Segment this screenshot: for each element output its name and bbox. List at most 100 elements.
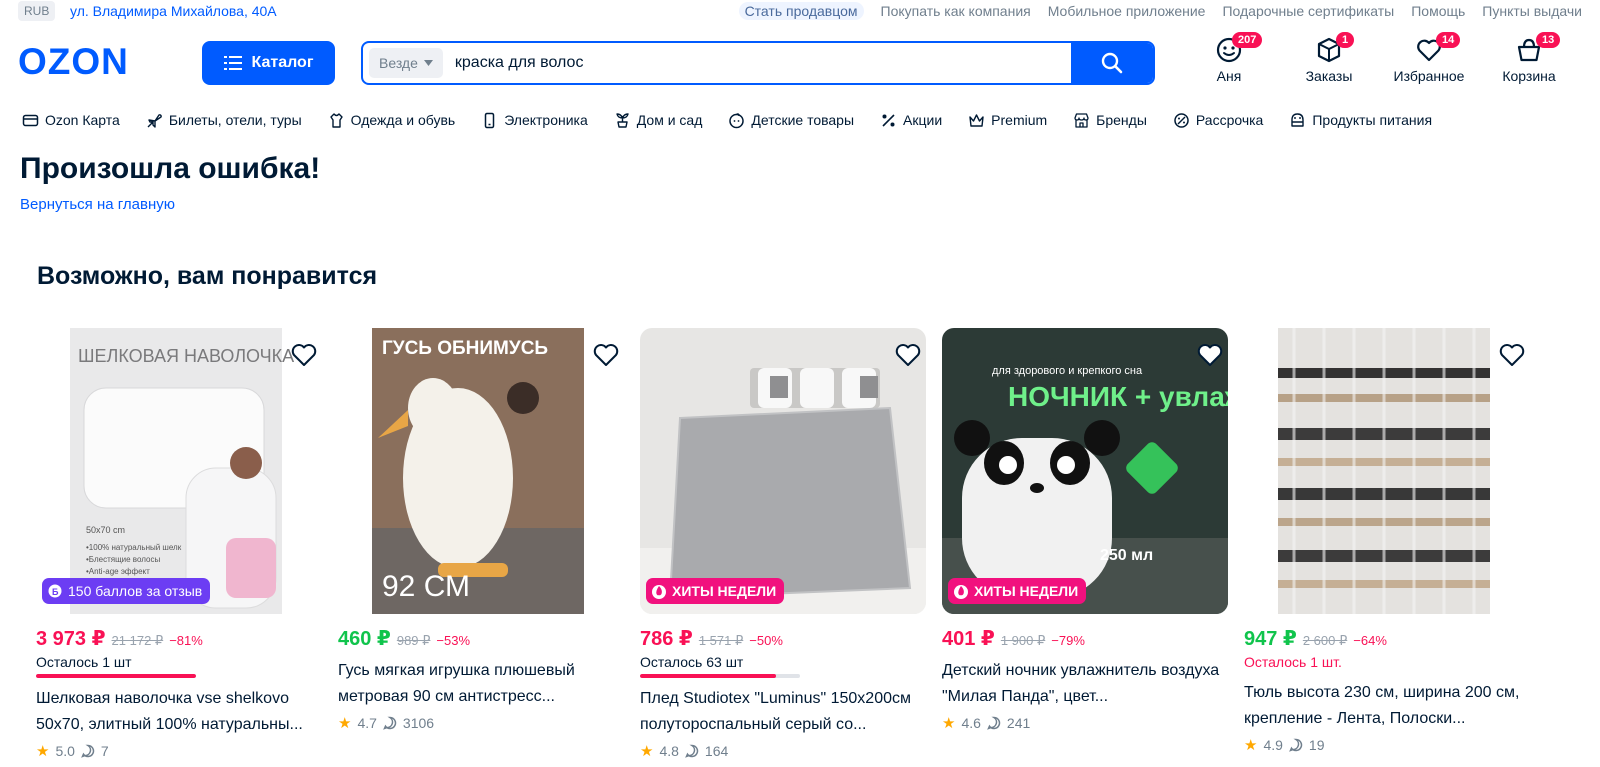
catalog-button[interactable]: Каталог [202, 41, 335, 85]
svg-text:Б: Б [52, 587, 59, 597]
nav-item-sales[interactable]: Акции [880, 108, 942, 132]
search-button[interactable] [1071, 43, 1153, 83]
product-name[interactable]: Тюль высота 230 см, ширина 200 см, крепл… [1244, 680, 1544, 732]
points-icon: Б [48, 584, 62, 598]
product-image[interactable]: для здорового и крепкого сна НОЧНИК + ув… [942, 328, 1228, 614]
star-icon: ★ [1244, 737, 1258, 754]
food-icon [1291, 112, 1305, 127]
promo-label: ХИТЫ НЕДЕЛИ [974, 583, 1079, 599]
profile-badge: 207 [1232, 32, 1263, 48]
nav-item-food[interactable]: Продукты питания [1289, 108, 1432, 132]
pickup-points-link[interactable]: Пункты выдачи [1482, 2, 1582, 20]
nav-label: Бренды [1096, 112, 1147, 128]
favorite-heart-icon[interactable] [1498, 342, 1526, 368]
header-actions: 207 Аня 1 Заказы 14 Избранное 13 Корзина [1200, 32, 1590, 88]
price-row: 786 ₽ 1 571 ₽ −50% [640, 626, 926, 650]
favorite-heart-icon[interactable] [290, 342, 318, 368]
product-card[interactable]: ХИТЫ НЕДЕЛИ 786 ₽ 1 571 ₽ −50% Осталось … [640, 328, 926, 760]
image-caption: ШЕЛКОВАЯ НАВОЛОЧКА [78, 346, 294, 366]
nav-item-brands[interactable]: Бренды [1073, 108, 1147, 132]
baby-icon [729, 112, 745, 128]
svg-text:250 мл: 250 мл [1100, 547, 1153, 564]
price: 3 973 ₽ [36, 628, 106, 650]
product-name[interactable]: Шелковая наволочка vse shelkovo 50x70, э… [36, 686, 322, 738]
gift-cards-link[interactable]: Подарочные сертификаты [1222, 2, 1394, 20]
search-scope-dropdown[interactable]: Везде [369, 48, 443, 78]
plant-icon [616, 112, 629, 128]
orders-badge: 1 [1336, 32, 1355, 48]
nav-item-electronics[interactable]: Электроника [481, 108, 588, 132]
comment-icon [383, 716, 397, 730]
cart-button[interactable]: 13 Корзина [1484, 32, 1574, 84]
cart-badge: 13 [1536, 32, 1561, 48]
phone-icon [484, 112, 495, 128]
reviews-count: 19 [1308, 737, 1325, 753]
nav-label: Дом и сад [636, 112, 703, 128]
favorite-heart-icon[interactable] [1196, 342, 1224, 368]
back-home-link[interactable]: Вернуться на главную [20, 196, 175, 213]
nav-item-installment[interactable]: Рассрочка [1173, 108, 1263, 132]
product-card[interactable]: для здорового и крепкого сна НОЧНИК + ув… [942, 328, 1228, 732]
store-icon [1074, 112, 1089, 128]
stock-progress-fill [36, 674, 196, 678]
search-scope-label: Везде [379, 55, 418, 71]
profile-button[interactable]: 207 Аня [1184, 32, 1274, 84]
help-link[interactable]: Помощь [1411, 2, 1465, 20]
blanket-product-image [640, 328, 926, 614]
error-title: Произошла ошибка! [20, 152, 321, 185]
delivery-address[interactable]: ул. Владимира Михайлова, 40А [70, 2, 277, 20]
product-image[interactable]: ХИТЫ НЕДЕЛИ [640, 328, 926, 614]
currency-selector[interactable]: RUB [18, 1, 56, 21]
logo-text: OZON [18, 44, 129, 78]
stock-progress-bar [36, 674, 196, 678]
catalog-label: Каталог [251, 54, 314, 71]
product-image[interactable]: ГУСЬ ОБНИМУСЬ 92 СМ [338, 328, 624, 614]
favorites-button[interactable]: 14 Избранное [1384, 32, 1474, 84]
favorites-label: Избранное [1393, 68, 1465, 84]
ozon-logo[interactable]: OZON [18, 44, 160, 78]
favorite-heart-icon[interactable] [592, 342, 620, 368]
comment-icon [81, 744, 95, 758]
nav-item-ozon-card[interactable]: Ozon Карта [22, 108, 120, 132]
orders-button[interactable]: 1 Заказы [1284, 32, 1374, 84]
reviews-count: 241 [1006, 715, 1031, 731]
svg-text:•Блестящие волосы: •Блестящие волосы [86, 555, 160, 564]
plane-icon [147, 113, 162, 128]
reviews-count: 3106 [402, 715, 435, 731]
business-link[interactable]: Покупать как компания [881, 2, 1031, 20]
nav-item-premium[interactable]: Premium [968, 108, 1047, 132]
installment-icon [1174, 112, 1189, 128]
curtain-product-image [1244, 328, 1530, 614]
product-card[interactable]: ГУСЬ ОБНИМУСЬ 92 СМ 460 ₽ 989 ₽ −53% Гус… [338, 328, 624, 732]
mobile-app-link[interactable]: Мобильное приложение [1048, 2, 1206, 20]
stock-progress-fill [640, 674, 776, 678]
nav-label: Электроника [504, 112, 588, 128]
rating-row: ★ 5.0 7 [36, 742, 322, 760]
percent-icon [882, 113, 895, 127]
nav-label: Ozon Карта [45, 112, 120, 128]
product-card[interactable]: 947 ₽ 2 600 ₽ −64% Осталось 1 шт. Тюль в… [1244, 328, 1544, 754]
product-name[interactable]: Детский ночник увлажнитель воздуха "Мила… [942, 658, 1228, 710]
svg-text:92 СМ: 92 СМ [382, 570, 470, 603]
product-name[interactable]: Плед Studiotex "Luminus" 150x200см полут… [640, 686, 926, 738]
discount: −79% [1051, 633, 1085, 648]
product-name[interactable]: Гусь мягкая игрушка плюшевый метровая 90… [338, 658, 624, 710]
old-price: 21 172 ₽ [111, 633, 164, 648]
product-image[interactable]: ШЕЛКОВАЯ НАВОЛОЧКА 50x70 cm •100% натура… [36, 328, 322, 614]
nav-item-clothes[interactable]: Одежда и обувь [328, 108, 455, 132]
svg-text:•100% натуральный шелк: •100% натуральный шелк [86, 543, 182, 552]
search-input[interactable] [448, 43, 1071, 83]
rating: 4.6 [961, 715, 981, 731]
price: 401 ₽ [942, 628, 995, 650]
become-seller-link[interactable]: Стать продавцом [738, 2, 864, 20]
nav-item-travel[interactable]: Билеты, отели, туры [146, 108, 302, 132]
product-image[interactable] [1244, 328, 1530, 614]
star-icon: ★ [640, 743, 654, 760]
product-card[interactable]: ШЕЛКОВАЯ НАВОЛОЧКА 50x70 cm •100% натура… [36, 328, 322, 760]
nav-item-home-garden[interactable]: Дом и сад [614, 108, 703, 132]
nav-item-kids[interactable]: Детские товары [728, 108, 854, 132]
rating-row: ★ 4.6 241 [942, 714, 1228, 732]
star-icon: ★ [942, 715, 956, 732]
favorite-heart-icon[interactable] [894, 342, 922, 368]
recommendations-title: Возможно, вам понравится [37, 262, 378, 290]
